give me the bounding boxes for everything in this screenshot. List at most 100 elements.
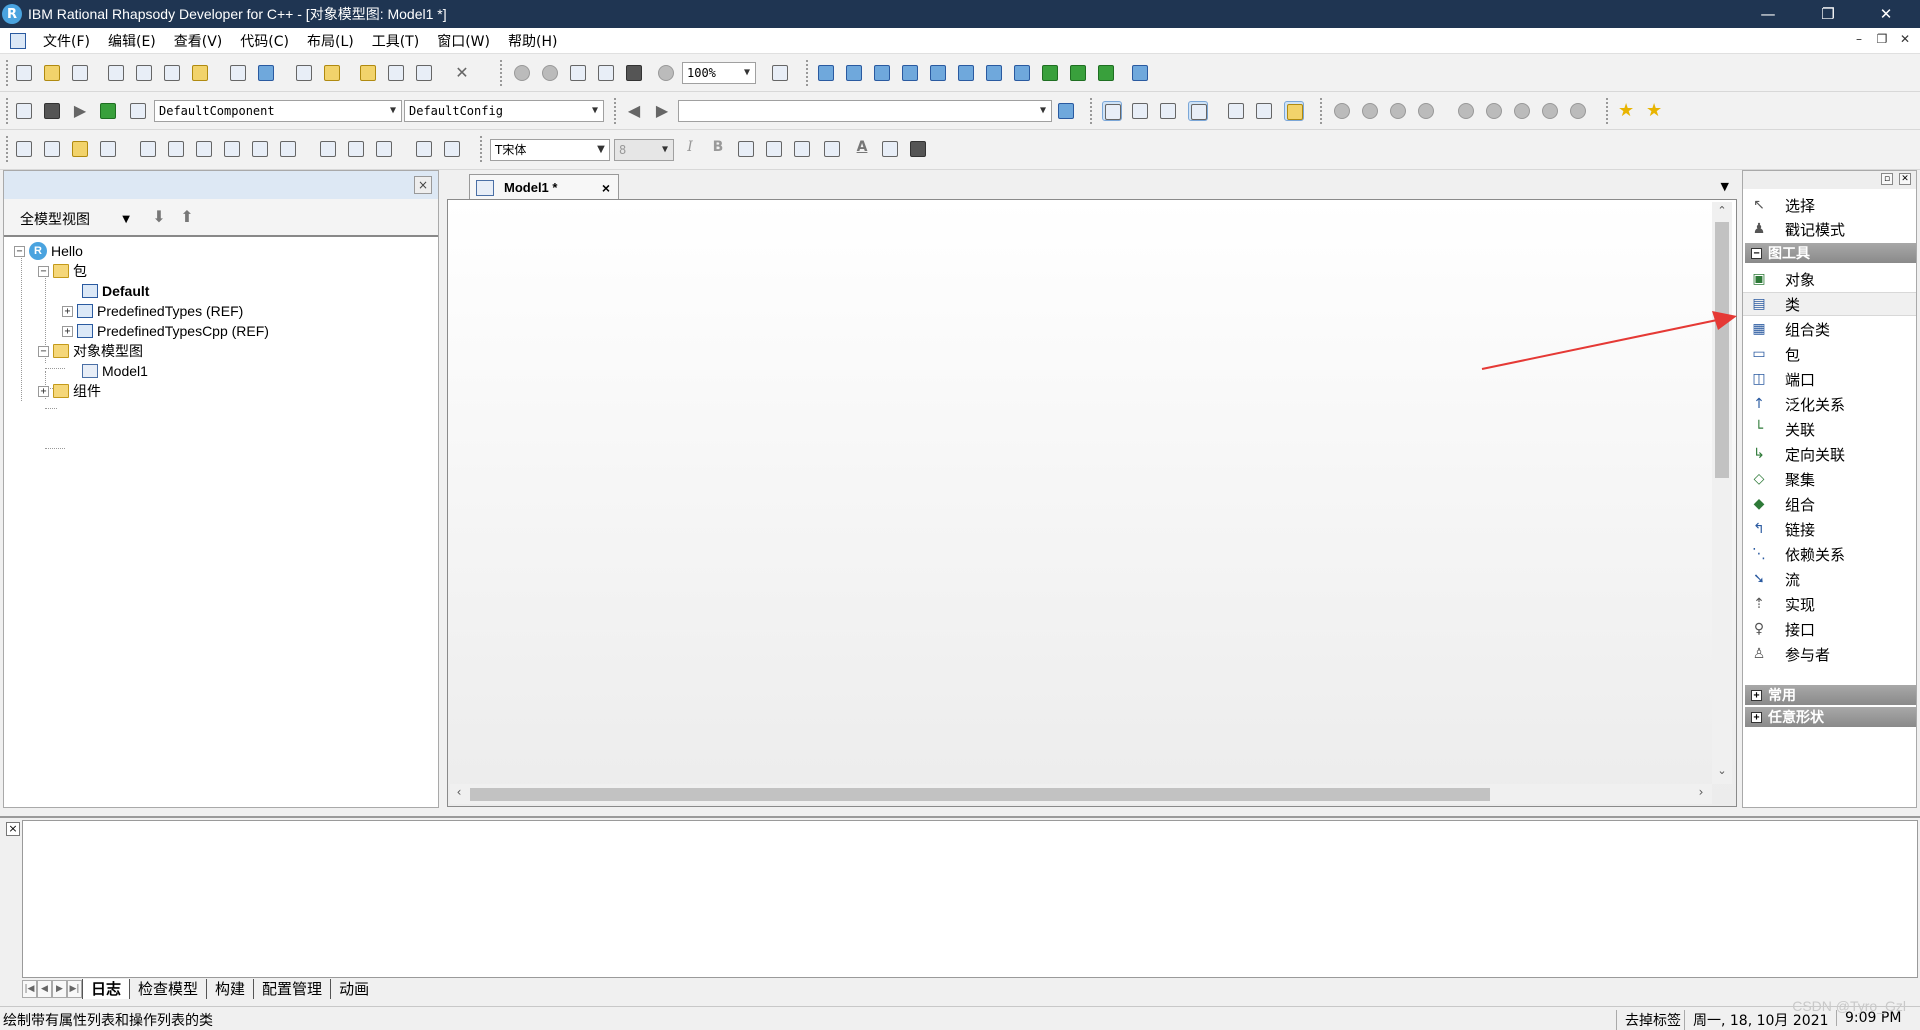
prev-tab-icon[interactable]: ◀: [37, 980, 52, 998]
component-icon[interactable]: [128, 101, 148, 121]
tool-package[interactable]: ▭ 包: [1743, 342, 1916, 366]
binoculars-icon[interactable]: [1056, 101, 1076, 121]
layout-12-icon[interactable]: [1130, 63, 1150, 83]
toolbar-grip[interactable]: [500, 60, 504, 86]
layout-9-icon[interactable]: [1040, 63, 1060, 83]
add-favorite-star-icon[interactable]: ★: [1644, 101, 1664, 121]
tree-node-hello[interactable]: − R Hello: [14, 242, 83, 260]
gmr-icon[interactable]: [98, 101, 118, 121]
configuration-select[interactable]: DefaultConfig ▼: [404, 100, 604, 122]
fill-color-icon[interactable]: [908, 139, 928, 159]
stop-icon[interactable]: [42, 101, 62, 121]
view-toolbox-icon[interactable]: [1284, 101, 1304, 121]
info-icon[interactable]: [256, 63, 276, 83]
animation-3-icon[interactable]: [1388, 101, 1408, 121]
tool-select[interactable]: ↖ 选择: [1743, 193, 1916, 217]
view-drawing-icon[interactable]: [1158, 101, 1178, 121]
document-icon[interactable]: [10, 32, 26, 49]
minimize-button[interactable]: —: [1740, 0, 1796, 28]
move-up-icon[interactable]: ⬆: [176, 207, 198, 229]
text-align-center-icon[interactable]: [764, 139, 784, 159]
save-icon[interactable]: [70, 63, 90, 83]
zoom-in-icon[interactable]: [512, 63, 532, 83]
toolbar-grip[interactable]: [614, 98, 618, 124]
layout-8-icon[interactable]: [1012, 63, 1032, 83]
tool-dependency[interactable]: ⋱ 依赖关系: [1743, 542, 1916, 566]
tool-realization[interactable]: ⇡ 实现: [1743, 592, 1916, 616]
view-browser-icon[interactable]: [1102, 101, 1122, 121]
tab-list-dropdown[interactable]: ▼: [1721, 180, 1729, 193]
tool-generalization[interactable]: ↑ 泛化关系: [1743, 392, 1916, 416]
toolbox-dock-button[interactable]: ▫: [1881, 173, 1893, 185]
browser-close-button[interactable]: ×: [414, 176, 432, 194]
font-color-button[interactable]: A: [852, 139, 872, 159]
layout-5-icon[interactable]: [928, 63, 948, 83]
menu-file[interactable]: 文件(F): [34, 31, 99, 51]
view-cascade-icon[interactable]: [1254, 101, 1274, 121]
align-top-icon[interactable]: [138, 139, 158, 159]
align-right-icon[interactable]: [278, 139, 298, 159]
same-width-icon[interactable]: [318, 139, 338, 159]
next-tab-icon[interactable]: ▶: [52, 980, 67, 998]
space-horizontal-icon[interactable]: [414, 139, 434, 159]
tab-log[interactable]: 日志: [82, 979, 130, 999]
menu-code[interactable]: 代码(C): [231, 31, 298, 51]
align-bottom-icon[interactable]: [194, 139, 214, 159]
animation-2-icon[interactable]: [1360, 101, 1380, 121]
toolbar-grip[interactable]: [806, 60, 810, 86]
tree-node-predefinedtypescpp[interactable]: + PredefinedTypesCpp (REF): [62, 322, 269, 340]
component-select[interactable]: DefaultComponent ▼: [154, 100, 402, 122]
tool-directed-association[interactable]: ↳ 定向关联: [1743, 442, 1916, 466]
back-arrow-icon[interactable]: ◀: [624, 101, 644, 121]
tree-node-predefinedtypes[interactable]: + PredefinedTypes (REF): [62, 302, 243, 320]
restore-button[interactable]: ❐: [1800, 0, 1856, 28]
search-combo[interactable]: ▼: [678, 100, 1052, 122]
tab-model1[interactable]: Model1 * ×: [469, 174, 619, 200]
tool-composition[interactable]: ◆ 组合: [1743, 492, 1916, 516]
open-folder-icon[interactable]: [42, 63, 62, 83]
tool-object[interactable]: ▣ 对象: [1743, 267, 1916, 291]
animation-6-icon[interactable]: [1484, 101, 1504, 121]
locate-icon[interactable]: [358, 63, 378, 83]
same-height-icon[interactable]: [346, 139, 366, 159]
menu-layout[interactable]: 布局(L): [298, 31, 363, 51]
menu-edit[interactable]: 编辑(E): [99, 31, 165, 51]
tool-association[interactable]: └ 关联: [1743, 417, 1916, 441]
section-diagram-tools[interactable]: − 图工具: [1745, 243, 1916, 263]
last-tab-icon[interactable]: ▶|: [67, 980, 82, 998]
toolbar-grip[interactable]: [6, 98, 10, 124]
menu-window[interactable]: 窗口(W): [428, 31, 499, 51]
tool-stamp-mode[interactable]: ♟ 戳记模式: [1743, 217, 1916, 241]
tool-interface[interactable]: ♀ 接口: [1743, 617, 1916, 641]
animation-8-icon[interactable]: [1540, 101, 1560, 121]
tab-animation[interactable]: 动画: [330, 979, 377, 999]
format-painter-icon[interactable]: [190, 63, 210, 83]
menu-view[interactable]: 查看(V): [165, 31, 232, 51]
zoom-out-icon[interactable]: [540, 63, 560, 83]
zoom-region-icon[interactable]: [568, 63, 588, 83]
layout-10-icon[interactable]: [1068, 63, 1088, 83]
animation-4-icon[interactable]: [1416, 101, 1436, 121]
toolbox-close-button[interactable]: ✕: [1899, 173, 1911, 185]
tool-composite-class[interactable]: ▦ 组合类: [1743, 317, 1916, 341]
vertical-scrollbar[interactable]: ⌃ ⌄: [1712, 202, 1732, 784]
ruler-icon[interactable]: [70, 139, 90, 159]
toolbar-grip[interactable]: [1320, 98, 1324, 124]
tool-class[interactable]: ▤ 类: [1743, 292, 1916, 316]
align-center-icon[interactable]: [250, 139, 270, 159]
view-tile-icon[interactable]: [1226, 101, 1246, 121]
mdi-close-button[interactable]: ✕: [1896, 32, 1914, 50]
close-window-button[interactable]: ✕: [1858, 0, 1914, 28]
tool-link[interactable]: ↰ 链接: [1743, 517, 1916, 541]
toolbar-grip[interactable]: [6, 136, 10, 162]
tree-node-omd-folder[interactable]: − 对象模型图: [38, 342, 143, 360]
pan-hand-icon[interactable]: [596, 63, 616, 83]
snap-grid-icon[interactable]: [42, 139, 62, 159]
tab-check-model[interactable]: 检查模型: [129, 979, 206, 999]
section-common[interactable]: + 常用: [1745, 685, 1916, 705]
favorite-star-icon[interactable]: ★: [1616, 101, 1636, 121]
menu-help[interactable]: 帮助(H): [499, 31, 566, 51]
tool-port[interactable]: ◫ 端口: [1743, 367, 1916, 391]
refresh-icon[interactable]: [414, 63, 434, 83]
redo-icon[interactable]: [322, 63, 342, 83]
